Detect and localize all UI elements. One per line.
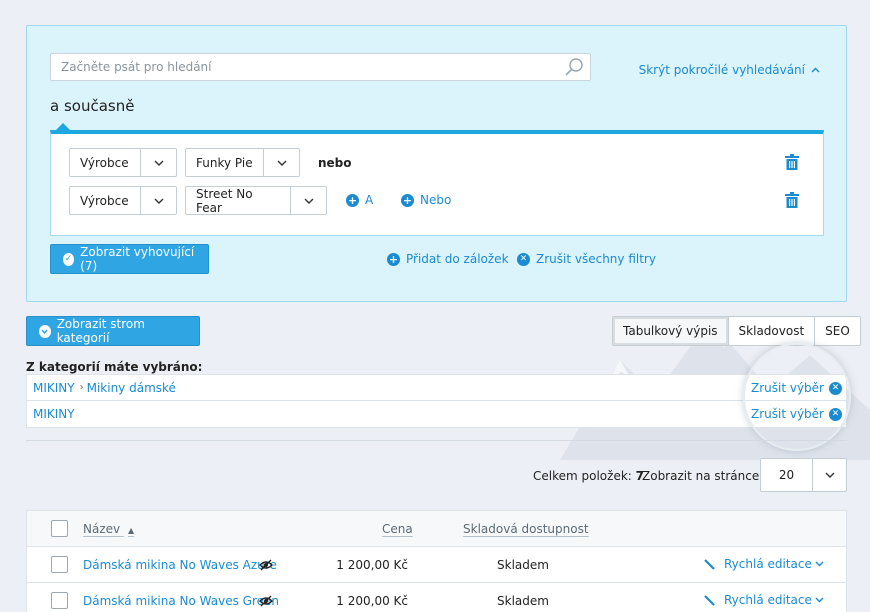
sort-ascending-icon: ▲ — [127, 526, 135, 535]
clear-all-filters-label: Zrušit všechny filtry — [536, 252, 656, 266]
quick-edit-label: Rychlá editace — [724, 593, 812, 607]
product-name-link[interactable]: Dámská mikina No Waves Green — [83, 594, 279, 608]
chevron-down-icon[interactable] — [815, 597, 824, 603]
pencil-icon — [704, 558, 715, 570]
table-header: Název ▲ Cena Skladová dostupnost — [27, 511, 846, 547]
filter-1-field-select[interactable]: Výrobce — [69, 148, 177, 177]
filter-1-value-select[interactable]: Funky Pie — [185, 148, 300, 177]
column-name-label: Název — [83, 522, 121, 536]
chevron-down-icon[interactable] — [815, 561, 824, 567]
per-page-value: 20 — [778, 468, 795, 482]
section-divider — [26, 440, 847, 441]
show-matching-label: Zobrazit vyhovující (7) — [80, 245, 195, 273]
total-items-label: Celkem položek: — [533, 469, 632, 483]
show-matching-button[interactable]: ✓ Zobrazit vyhovující (7) — [50, 244, 209, 274]
selected-category-row: MIKINY › Mikiny dámské Zrušit výběr ✕ — [27, 375, 846, 401]
filter-1-value: Funky Pie — [196, 155, 253, 170]
filter-group-box: Výrobce Funky Pie nebo Výrobce Street No… — [50, 130, 824, 236]
row-checkbox[interactable] — [51, 592, 68, 609]
filter-1-connector: nebo — [318, 156, 352, 170]
chevron-down-icon — [812, 459, 846, 491]
check-circle-icon: ✓ — [63, 252, 75, 266]
chevron-down-circle-icon — [39, 324, 51, 338]
product-stock: Skladem — [497, 558, 549, 572]
filter-2-field-value: Výrobce — [80, 193, 129, 208]
filter-1-field-value: Výrobce — [80, 155, 129, 170]
chevron-up-icon — [811, 67, 820, 73]
chevron-down-icon — [290, 187, 326, 214]
and-group-title: a současně — [50, 97, 135, 115]
clear-category-selection-button[interactable]: Zrušit výběr ✕ — [751, 401, 842, 427]
filter-2-value: Street No Fear — [196, 186, 253, 215]
show-category-tree-label: Zobrazit strom kategorií — [56, 317, 145, 345]
chevron-down-icon — [263, 149, 299, 176]
filter-2-value-select[interactable]: Street No Fear — [185, 186, 327, 215]
quick-edit-label: Rychlá editace — [724, 557, 812, 571]
show-category-tree-button[interactable]: Zobrazit strom kategorií — [26, 316, 200, 346]
per-page-label: Zobrazit na stránce: — [642, 469, 764, 483]
clear-category-selection-button[interactable]: Zrušit výběr ✕ — [751, 375, 842, 401]
view-mode-tabs: Tabulkový výpis Skladovost SEO — [612, 316, 861, 346]
clear-all-filters-link[interactable]: ✕ Zrušit všechny filtry — [517, 252, 656, 266]
hidden-eye-icon — [259, 559, 273, 571]
toggle-advanced-search-link[interactable]: Skrýt pokročilé vyhledávání — [639, 63, 820, 77]
table-row: Dámská mikina No Waves Green 1 200,00 Kč… — [27, 583, 846, 612]
breadcrumb-separator-icon: › — [79, 382, 84, 393]
product-price: 1 200,00 Kč — [336, 558, 408, 572]
chevron-down-icon — [140, 149, 176, 176]
delete-filter-1-trash-icon[interactable] — [785, 154, 799, 170]
per-page-select[interactable]: 20 — [760, 458, 847, 492]
search-icon[interactable] — [563, 57, 585, 77]
pencil-icon — [704, 594, 715, 606]
row-checkbox[interactable] — [51, 556, 68, 573]
products-table: Název ▲ Cena Skladová dostupnost Dámská … — [26, 510, 847, 612]
quick-edit-button[interactable]: Rychlá editace — [703, 593, 812, 607]
category-child-link[interactable]: Mikiny dámské — [87, 381, 176, 395]
select-all-checkbox[interactable] — [51, 520, 68, 537]
filter-box-caret — [56, 123, 70, 130]
selected-categories-heading: Z kategorií máte vybráno: — [26, 360, 203, 374]
column-header-stock[interactable]: Skladová dostupnost — [463, 522, 589, 536]
add-bookmark-label: Přidat do záložek — [406, 252, 509, 266]
product-name-link[interactable]: Dámská mikina No Waves Azure — [83, 558, 277, 572]
toggle-advanced-search-label: Skrýt pokročilé vyhledávání — [638, 63, 805, 77]
filter-2-field-select[interactable]: Výrobce — [69, 186, 177, 215]
column-header-price[interactable]: Cena — [382, 522, 413, 536]
add-bookmark-link[interactable]: + Přidat do záložek — [387, 252, 509, 266]
column-header-name[interactable]: Název ▲ — [83, 522, 134, 536]
add-and-label: A — [365, 193, 374, 207]
clear-selection-label: Zrušit výběr — [750, 407, 824, 421]
close-circle-icon: ✕ — [829, 381, 842, 395]
selected-categories-list: MIKINY › Mikiny dámské Zrušit výběr ✕ MI… — [26, 374, 847, 428]
plus-circle-icon: + — [346, 193, 359, 207]
add-or-label: Nebo — [420, 193, 452, 207]
selected-category-row: MIKINY Zrušit výběr ✕ — [27, 401, 846, 427]
advanced-search-panel: Skrýt pokročilé vyhledávání a současně V… — [26, 25, 847, 302]
total-items: Celkem položek: 7 — [533, 469, 644, 483]
category-parent-link[interactable]: MIKINY — [33, 381, 75, 395]
quick-edit-button[interactable]: Rychlá editace — [703, 557, 812, 571]
product-price: 1 200,00 Kč — [336, 594, 408, 608]
add-or-condition-button[interactable]: + Nebo — [401, 193, 451, 207]
close-circle-icon: ✕ — [517, 252, 530, 266]
tab-stock-view[interactable]: Skladovost — [727, 317, 815, 345]
delete-filter-2-trash-icon[interactable] — [785, 192, 799, 208]
category-parent-link[interactable]: MIKINY — [33, 407, 75, 421]
add-and-condition-button[interactable]: + A — [346, 193, 373, 207]
hidden-eye-icon — [259, 595, 273, 607]
search-input[interactable] — [50, 53, 591, 81]
table-row: Dámská mikina No Waves Azure 1 200,00 Kč… — [27, 547, 846, 583]
chevron-down-icon — [140, 187, 176, 214]
clear-selection-label: Zrušit výběr — [750, 381, 824, 395]
plus-circle-icon: + — [401, 193, 414, 207]
close-circle-icon: ✕ — [829, 407, 842, 421]
tab-table-view[interactable]: Tabulkový výpis — [613, 317, 728, 345]
product-stock: Skladem — [497, 594, 549, 608]
plus-circle-icon: + — [387, 252, 400, 266]
tab-seo-view[interactable]: SEO — [814, 317, 860, 345]
